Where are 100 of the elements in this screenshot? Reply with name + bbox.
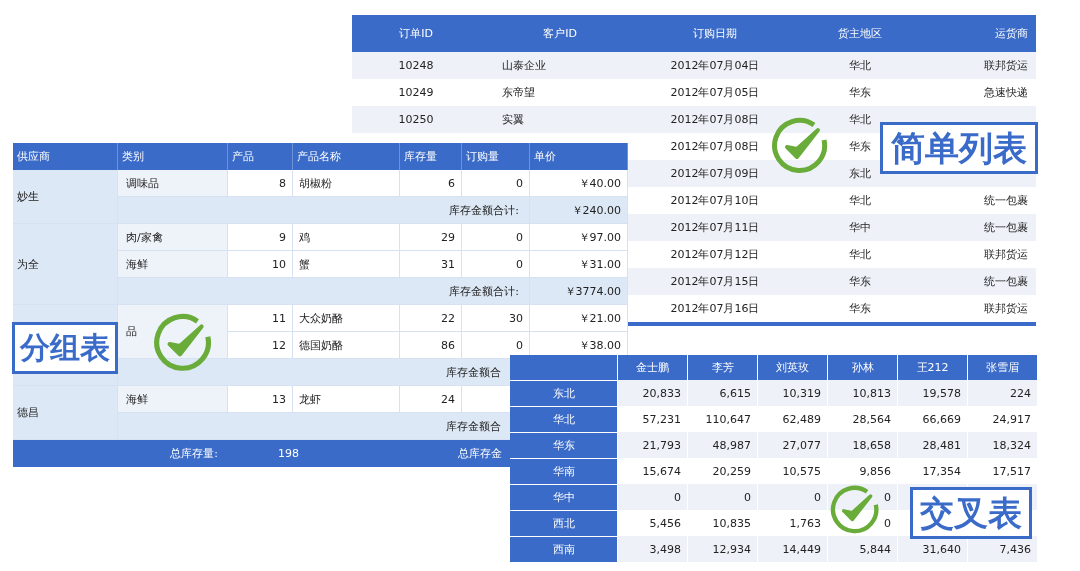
subtotal-value: ￥240.00 [530,197,628,224]
column-header: 金士鹏 [617,355,687,380]
table-cell: 12 [228,332,293,359]
column-header: 刘英玫 [757,355,827,380]
check-circle-icon [152,312,214,374]
table-cell: 6,615 [687,380,757,406]
subtotal-value: ￥3774.00 [530,278,628,305]
table-cell: 12,934 [687,536,757,562]
column-header: 李芳 [687,355,757,380]
table-cell: 0 [462,170,530,197]
row-header: 东北 [510,380,617,406]
table-cell: 31 [400,251,462,278]
row-header: 华南 [510,458,617,484]
table-cell: 鸡 [293,224,400,251]
table-cell: 2012年07月15日 [640,268,790,295]
column-header: 王212 [897,355,967,380]
table-cell: 2012年07月04日 [640,52,790,79]
table-cell: ￥31.00 [530,251,628,278]
table-cell: 德昌 [13,386,118,440]
check-circle-icon [829,484,881,536]
table-cell: ￥40.00 [530,170,628,197]
table-cell: 海鲜 [118,386,228,413]
table-cell: 龙虾 [293,386,400,413]
table-cell: 29 [400,224,462,251]
table-cell: 10248 [352,52,480,79]
table-cell: 统一包裹 [930,214,1036,241]
table-cell: 海鲜 [118,251,228,278]
table-cell: 为全 [13,224,118,305]
column-header: 产品名称 [293,143,400,170]
table-cell: 21,793 [617,432,687,458]
cross-table-label: 交叉表 [910,487,1032,539]
row-header: 西北 [510,510,617,536]
table-cell: 6 [400,170,462,197]
table-cell: ￥21.00 [530,305,628,332]
table-cell: 24 [400,386,462,413]
column-header: 单价 [530,143,628,170]
table-cell: 蟹 [293,251,400,278]
table-cell: 0 [617,484,687,510]
table-cell: 86 [400,332,462,359]
column-header: 订单ID [352,15,480,52]
table-cell: 19,578 [897,380,967,406]
table-cell: 48,987 [687,432,757,458]
column-header: 孙林 [827,355,897,380]
table-cell: ￥97.00 [530,224,628,251]
table-cell: 统一包裹 [930,268,1036,295]
table-cell: 18,658 [827,432,897,458]
table-cell: 11 [228,305,293,332]
column-header: 客户ID [480,15,640,52]
table-cell: 5,844 [827,536,897,562]
table-cell: 9 [228,224,293,251]
column-header: 产品 [228,143,293,170]
table-cell: 大众奶酪 [293,305,400,332]
table-cell: 0 [687,484,757,510]
total-value-label: 总库存金 [458,446,502,461]
column-header: 供应商 [13,143,118,170]
table-cell: 18,324 [967,432,1037,458]
column-header: 运货商 [930,15,1036,52]
table-cell: 10 [228,251,293,278]
subtotal-label: 库存金额合计: [118,278,530,305]
column-header: 张雪眉 [967,355,1037,380]
table-cell: 224 [967,380,1037,406]
table-cell: 德国奶酪 [293,332,400,359]
table-cell: 华中 [790,214,930,241]
table-cell: 联邦货运 [930,52,1036,79]
subtotal-label: 库存金额合计: [118,197,530,224]
table-cell: 肉/家禽 [118,224,228,251]
table-cell: 27,077 [757,432,827,458]
check-circle-icon [770,116,830,176]
table-cell: 2012年07月11日 [640,214,790,241]
total-stock-label: 总库存量: [169,446,218,461]
table-cell: 华东 [790,268,930,295]
grouped-table-label: 分组表 [12,322,118,374]
table-cell: 0 [462,332,530,359]
column-header: 库存量 [400,143,462,170]
row-header: 西南 [510,536,617,562]
table-cell: 胡椒粉 [293,170,400,197]
column-header: 订购日期 [640,15,790,52]
table-cell: 调味品 [118,170,228,197]
table-cell: 28,481 [897,432,967,458]
table-cell: 华北 [790,52,930,79]
table-cell: 10,813 [827,380,897,406]
column-header: 货主地区 [790,15,930,52]
table-cell: 14,449 [757,536,827,562]
simple-list-label: 简单列表 [880,122,1038,174]
table-cell: 30 [462,305,530,332]
table-cell: 实翼 [480,106,640,133]
table-cell: 0 [462,224,530,251]
column-header: 订购量 [462,143,530,170]
row-header: 华北 [510,406,617,432]
table-cell: 2012年07月08日 [640,106,790,133]
table-cell: 13 [228,386,293,413]
column-header: 类别 [118,143,228,170]
table-cell: 妙生 [13,170,118,224]
table-cell: 3,498 [617,536,687,562]
table-cell: 10,319 [757,380,827,406]
row-header: 华东 [510,432,617,458]
table-cell: 10250 [352,106,480,133]
table-cell: 8 [228,170,293,197]
table-cell: 山泰企业 [480,52,640,79]
table-cell: 22 [400,305,462,332]
